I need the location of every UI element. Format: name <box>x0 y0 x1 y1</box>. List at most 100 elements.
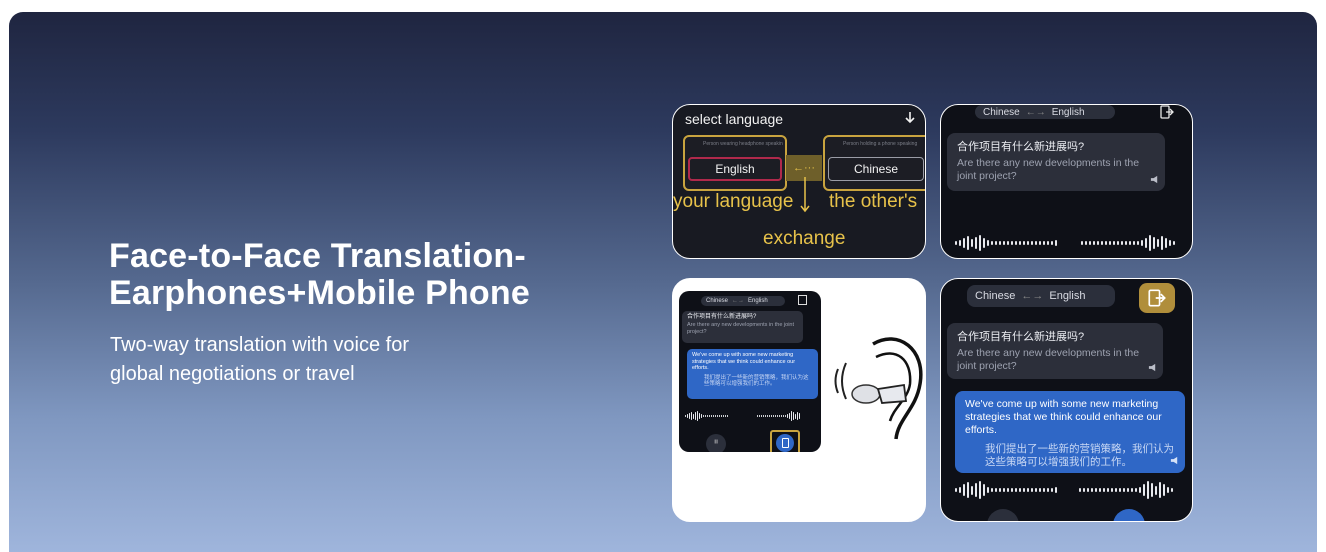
speaker-icon-3[interactable] <box>1170 456 1179 465</box>
earphone-illustration <box>834 337 923 440</box>
right-language-panel: Person holding a phone speaking Chinese <box>823 135 925 191</box>
exit-icon-2 <box>1148 289 1166 307</box>
wave-bar <box>719 414 720 418</box>
wave-bar <box>797 411 798 421</box>
wave-bar <box>983 238 985 248</box>
exit-icon[interactable] <box>1160 105 1174 119</box>
wave-bar <box>709 414 710 418</box>
wave-bar <box>975 237 977 249</box>
wave-bar <box>967 482 969 498</box>
language-switcher[interactable]: Chinese ←→ English <box>975 105 1115 119</box>
wave-bar <box>959 240 961 246</box>
wave-bar <box>1119 487 1121 493</box>
speaker-icon-2[interactable] <box>1148 363 1157 372</box>
wave-bar <box>955 241 957 245</box>
subtitle-line-1: Two-way translation with voice for <box>110 334 410 356</box>
wave-bar <box>1099 487 1101 493</box>
wave-bar <box>959 486 961 494</box>
left-language-panel: Person wearing headphone speaking Englis… <box>683 135 787 191</box>
wave-bar <box>1023 487 1025 493</box>
wave-bar <box>1101 241 1103 245</box>
wave-bar <box>1035 241 1037 245</box>
subtitle: Two-way translation with voice for globa… <box>110 331 470 389</box>
wave-bar <box>983 484 985 496</box>
earbuds-button[interactable] <box>987 509 1019 521</box>
english-option[interactable]: English <box>688 157 782 181</box>
wave-bar <box>991 241 993 245</box>
wave-bar <box>1137 241 1139 245</box>
phone-button[interactable] <box>1113 509 1145 521</box>
mini-waveform-left <box>685 411 728 421</box>
language-switcher-2[interactable]: Chinese ←→ English <box>967 285 1115 307</box>
wave-bar <box>1047 487 1049 493</box>
wave-bar <box>1139 486 1141 494</box>
download-arrow-icon <box>905 112 915 124</box>
mini-answer-en: We've come up with some new marketing st… <box>692 352 796 371</box>
wave-bar <box>789 412 790 420</box>
wave-bar <box>761 414 762 418</box>
wave-bar <box>999 487 1001 493</box>
waveform-right <box>1081 235 1183 251</box>
wave-bar <box>1117 241 1119 245</box>
feature-banner: Face-to-Face Translation- Earphones+Mobi… <box>9 12 1317 552</box>
lang-left-label: Chinese <box>983 106 1020 118</box>
chinese-option[interactable]: Chinese <box>828 157 924 181</box>
wave-bar <box>999 241 1001 245</box>
wave-bar <box>995 241 997 245</box>
wave-bar <box>1085 241 1087 245</box>
subtitle-line-2: global negotiations or travel <box>110 363 355 385</box>
wave-bar <box>1003 241 1005 245</box>
exchange-annotation: exchange <box>763 228 846 249</box>
wave-bar <box>1151 483 1153 497</box>
exit-button[interactable] <box>1139 283 1175 313</box>
answer-bubble: We've come up with some new marketing st… <box>955 391 1185 473</box>
wave-bar <box>963 238 965 248</box>
wave-bar <box>701 414 702 418</box>
wave-bar <box>1123 487 1125 493</box>
wave-bar <box>1155 485 1157 495</box>
earbuds-icon[interactable]: ᑊᑊ <box>706 434 726 452</box>
wave-bar <box>1079 487 1081 493</box>
wave-bar <box>727 414 728 418</box>
wave-bar <box>1043 241 1045 245</box>
wave-bar <box>715 414 716 418</box>
wave-bar <box>723 414 724 418</box>
wave-bar <box>1027 487 1029 493</box>
question-chinese: 合作项目有什么新进展吗? <box>957 141 1085 153</box>
wave-bar <box>725 414 726 418</box>
select-language-title: select language <box>685 111 784 127</box>
wave-bar <box>1105 241 1107 245</box>
lang-left-label-2: Chinese <box>975 290 1016 302</box>
wave-bar <box>783 414 784 418</box>
lang-right-label-2: English <box>1049 290 1086 302</box>
wave-bar <box>757 414 758 418</box>
wave-bar <box>1159 482 1161 498</box>
wave-bar <box>705 414 706 418</box>
wave-bar <box>987 240 989 246</box>
wave-bar <box>771 414 772 418</box>
wave-bar <box>1141 240 1143 246</box>
speaker-icon[interactable] <box>1150 175 1159 184</box>
wave-bar <box>1171 487 1173 493</box>
wave-bar <box>721 414 722 418</box>
phone-icon[interactable] <box>770 430 800 452</box>
wave-bar <box>963 484 965 496</box>
wave-bar <box>1043 487 1045 493</box>
mini-answer-bubble: We've come up with some new marketing st… <box>687 349 818 399</box>
wave-bar <box>1113 241 1115 245</box>
wave-bar <box>769 414 770 418</box>
wave-bar <box>775 414 776 418</box>
wave-bar <box>1133 241 1135 245</box>
wave-bar <box>1055 486 1057 494</box>
wave-bar <box>1107 487 1109 493</box>
wave-bar <box>1015 241 1017 245</box>
wave-bar <box>1007 487 1009 493</box>
wave-bar <box>1089 241 1091 245</box>
wave-bar <box>1157 239 1159 247</box>
wave-bar <box>1039 487 1041 493</box>
wave-bar <box>1019 241 1021 245</box>
wave-bar <box>1115 487 1117 493</box>
wave-bar <box>1031 241 1033 245</box>
wave-bar <box>979 481 981 499</box>
wave-bar <box>971 485 973 495</box>
